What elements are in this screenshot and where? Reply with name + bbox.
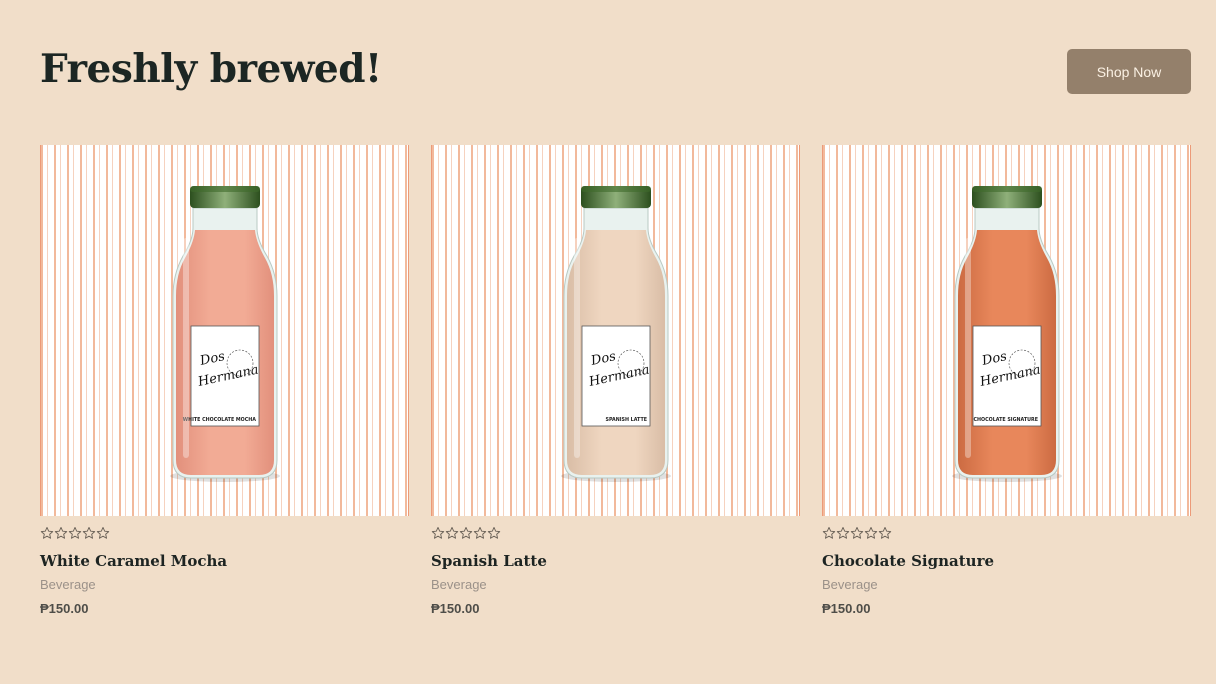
star-icon (473, 526, 487, 539)
star-icon (878, 526, 892, 539)
star-icon (82, 526, 96, 539)
section-title: Freshly brewed! (40, 46, 382, 92)
product-name[interactable]: White Caramel Mocha (40, 552, 409, 570)
product-card[interactable]: Dos Hermana WHITE CHOCOLATE MOCHA White … (40, 145, 409, 616)
star-icon (445, 526, 459, 539)
product-name[interactable]: Chocolate Signature (822, 552, 1191, 570)
star-icon (459, 526, 473, 539)
product-card[interactable]: Dos Hermana CHOCOLATE SIGNATURE Chocolat… (822, 145, 1191, 616)
product-image[interactable]: Dos Hermana SPANISH LATTE (431, 145, 800, 516)
product-category: Beverage (822, 577, 878, 592)
star-rating (431, 526, 800, 542)
product-price: ₱150.00 (822, 601, 871, 616)
star-rating (822, 526, 1191, 542)
product-grid: Dos Hermana WHITE CHOCOLATE MOCHA White … (40, 145, 1191, 616)
product-name[interactable]: Spanish Latte (431, 552, 800, 570)
bottle-illustration: Dos Hermana SPANISH LATTE (560, 186, 671, 482)
product-category: Beverage (40, 577, 96, 592)
star-icon (836, 526, 850, 539)
star-icon (96, 526, 110, 539)
product-category: Beverage (431, 577, 487, 592)
product-image[interactable]: Dos Hermana WHITE CHOCOLATE MOCHA (40, 145, 409, 516)
star-icon (850, 526, 864, 539)
star-icon (487, 526, 501, 539)
star-icon (864, 526, 878, 539)
star-icon (40, 526, 54, 539)
product-price: ₱150.00 (431, 601, 480, 616)
star-icon (822, 526, 836, 539)
star-icon (54, 526, 68, 539)
star-icon (431, 526, 445, 539)
product-image[interactable]: Dos Hermana CHOCOLATE SIGNATURE (822, 145, 1191, 516)
shop-now-button[interactable]: Shop Now (1067, 49, 1191, 94)
bottle-illustration: Dos Hermana WHITE CHOCOLATE MOCHA (169, 186, 280, 482)
star-rating (40, 526, 409, 542)
svg-text:CHOCOLATE SIGNATURE: CHOCOLATE SIGNATURE (973, 417, 1038, 423)
svg-text:SPANISH LATTE: SPANISH LATTE (605, 417, 647, 423)
product-card[interactable]: Dos Hermana SPANISH LATTE Spanish Latte … (431, 145, 800, 616)
star-icon (68, 526, 82, 539)
svg-text:WHITE CHOCOLATE MOCHA: WHITE CHOCOLATE MOCHA (182, 417, 256, 423)
product-price: ₱150.00 (40, 601, 89, 616)
bottle-illustration: Dos Hermana CHOCOLATE SIGNATURE (951, 186, 1062, 482)
